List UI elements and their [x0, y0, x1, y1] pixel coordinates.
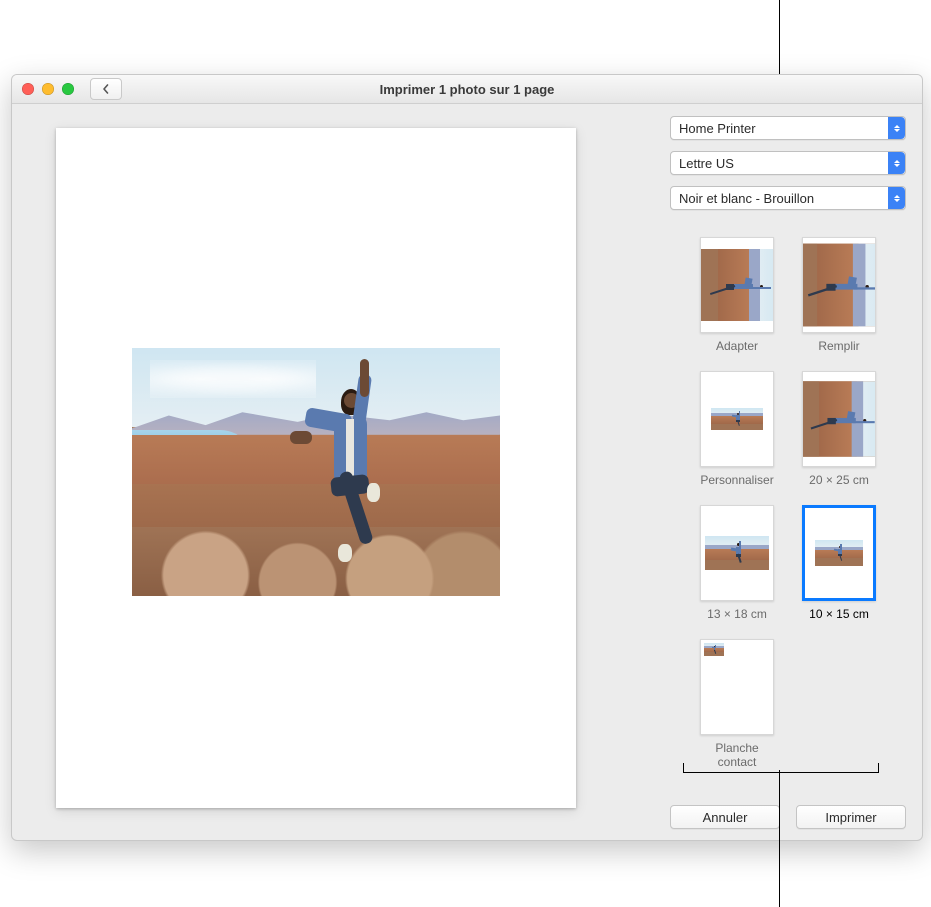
back-button[interactable] [90, 78, 122, 100]
printer-select-value: Home Printer [679, 121, 883, 136]
cancel-button[interactable]: Annuler [670, 805, 780, 829]
layout-thumb [802, 371, 876, 467]
layout-format-grid: Adapter Remplir [670, 237, 906, 769]
layout-option-20x25[interactable]: 20 × 25 cm [800, 371, 878, 487]
print-options-sidebar: Home Printer Lettre US Noir et blanc - B… [660, 104, 922, 841]
layout-label: Adapter [716, 339, 758, 353]
layout-option-13x18[interactable]: 13 × 18 cm [698, 505, 776, 621]
zoom-icon[interactable] [62, 83, 74, 95]
print-quality-select[interactable]: Noir et blanc - Brouillon [670, 186, 906, 210]
layout-thumb [700, 237, 774, 333]
print-preview-area [12, 104, 660, 841]
layout-thumb [700, 639, 774, 735]
paper-size-select-value: Lettre US [679, 156, 883, 171]
layout-option-personnaliser[interactable]: Personnaliser [698, 371, 776, 487]
layout-option-remplir[interactable]: Remplir [800, 237, 878, 353]
layout-label: 13 × 18 cm [707, 607, 767, 621]
layout-thumb [802, 505, 876, 601]
updown-icon [888, 152, 905, 174]
print-button-label: Imprimer [825, 810, 876, 825]
cancel-button-label: Annuler [703, 810, 748, 825]
layout-option-planche-contact[interactable]: Planche contact [698, 639, 776, 769]
updown-icon [888, 187, 905, 209]
callout-bracket [683, 763, 879, 773]
layout-option-adapter[interactable]: Adapter [698, 237, 776, 353]
layout-option-10x15[interactable]: 10 × 15 cm [800, 505, 878, 621]
close-icon[interactable] [22, 83, 34, 95]
layout-label: 20 × 25 cm [809, 473, 869, 487]
updown-icon [888, 117, 905, 139]
window-controls [22, 83, 74, 95]
layout-thumb [700, 505, 774, 601]
layout-label: 10 × 15 cm [809, 607, 869, 621]
print-quality-select-value: Noir et blanc - Brouillon [679, 191, 883, 206]
layout-label: Remplir [818, 339, 859, 353]
callout-line-bottom [779, 770, 780, 907]
layout-label: Personnaliser [700, 473, 773, 487]
titlebar: Imprimer 1 photo sur 1 page [12, 75, 922, 104]
print-button[interactable]: Imprimer [796, 805, 906, 829]
printer-select[interactable]: Home Printer [670, 116, 906, 140]
layout-thumb [802, 237, 876, 333]
photo-preview [132, 348, 500, 596]
chevron-left-icon [101, 84, 111, 94]
paper-size-select[interactable]: Lettre US [670, 151, 906, 175]
print-dialog-window: Imprimer 1 photo sur 1 page [11, 74, 923, 841]
dialog-footer: Annuler Imprimer [670, 787, 906, 829]
page-preview [56, 128, 576, 808]
window-title: Imprimer 1 photo sur 1 page [12, 82, 922, 97]
layout-thumb [700, 371, 774, 467]
minimize-icon[interactable] [42, 83, 54, 95]
